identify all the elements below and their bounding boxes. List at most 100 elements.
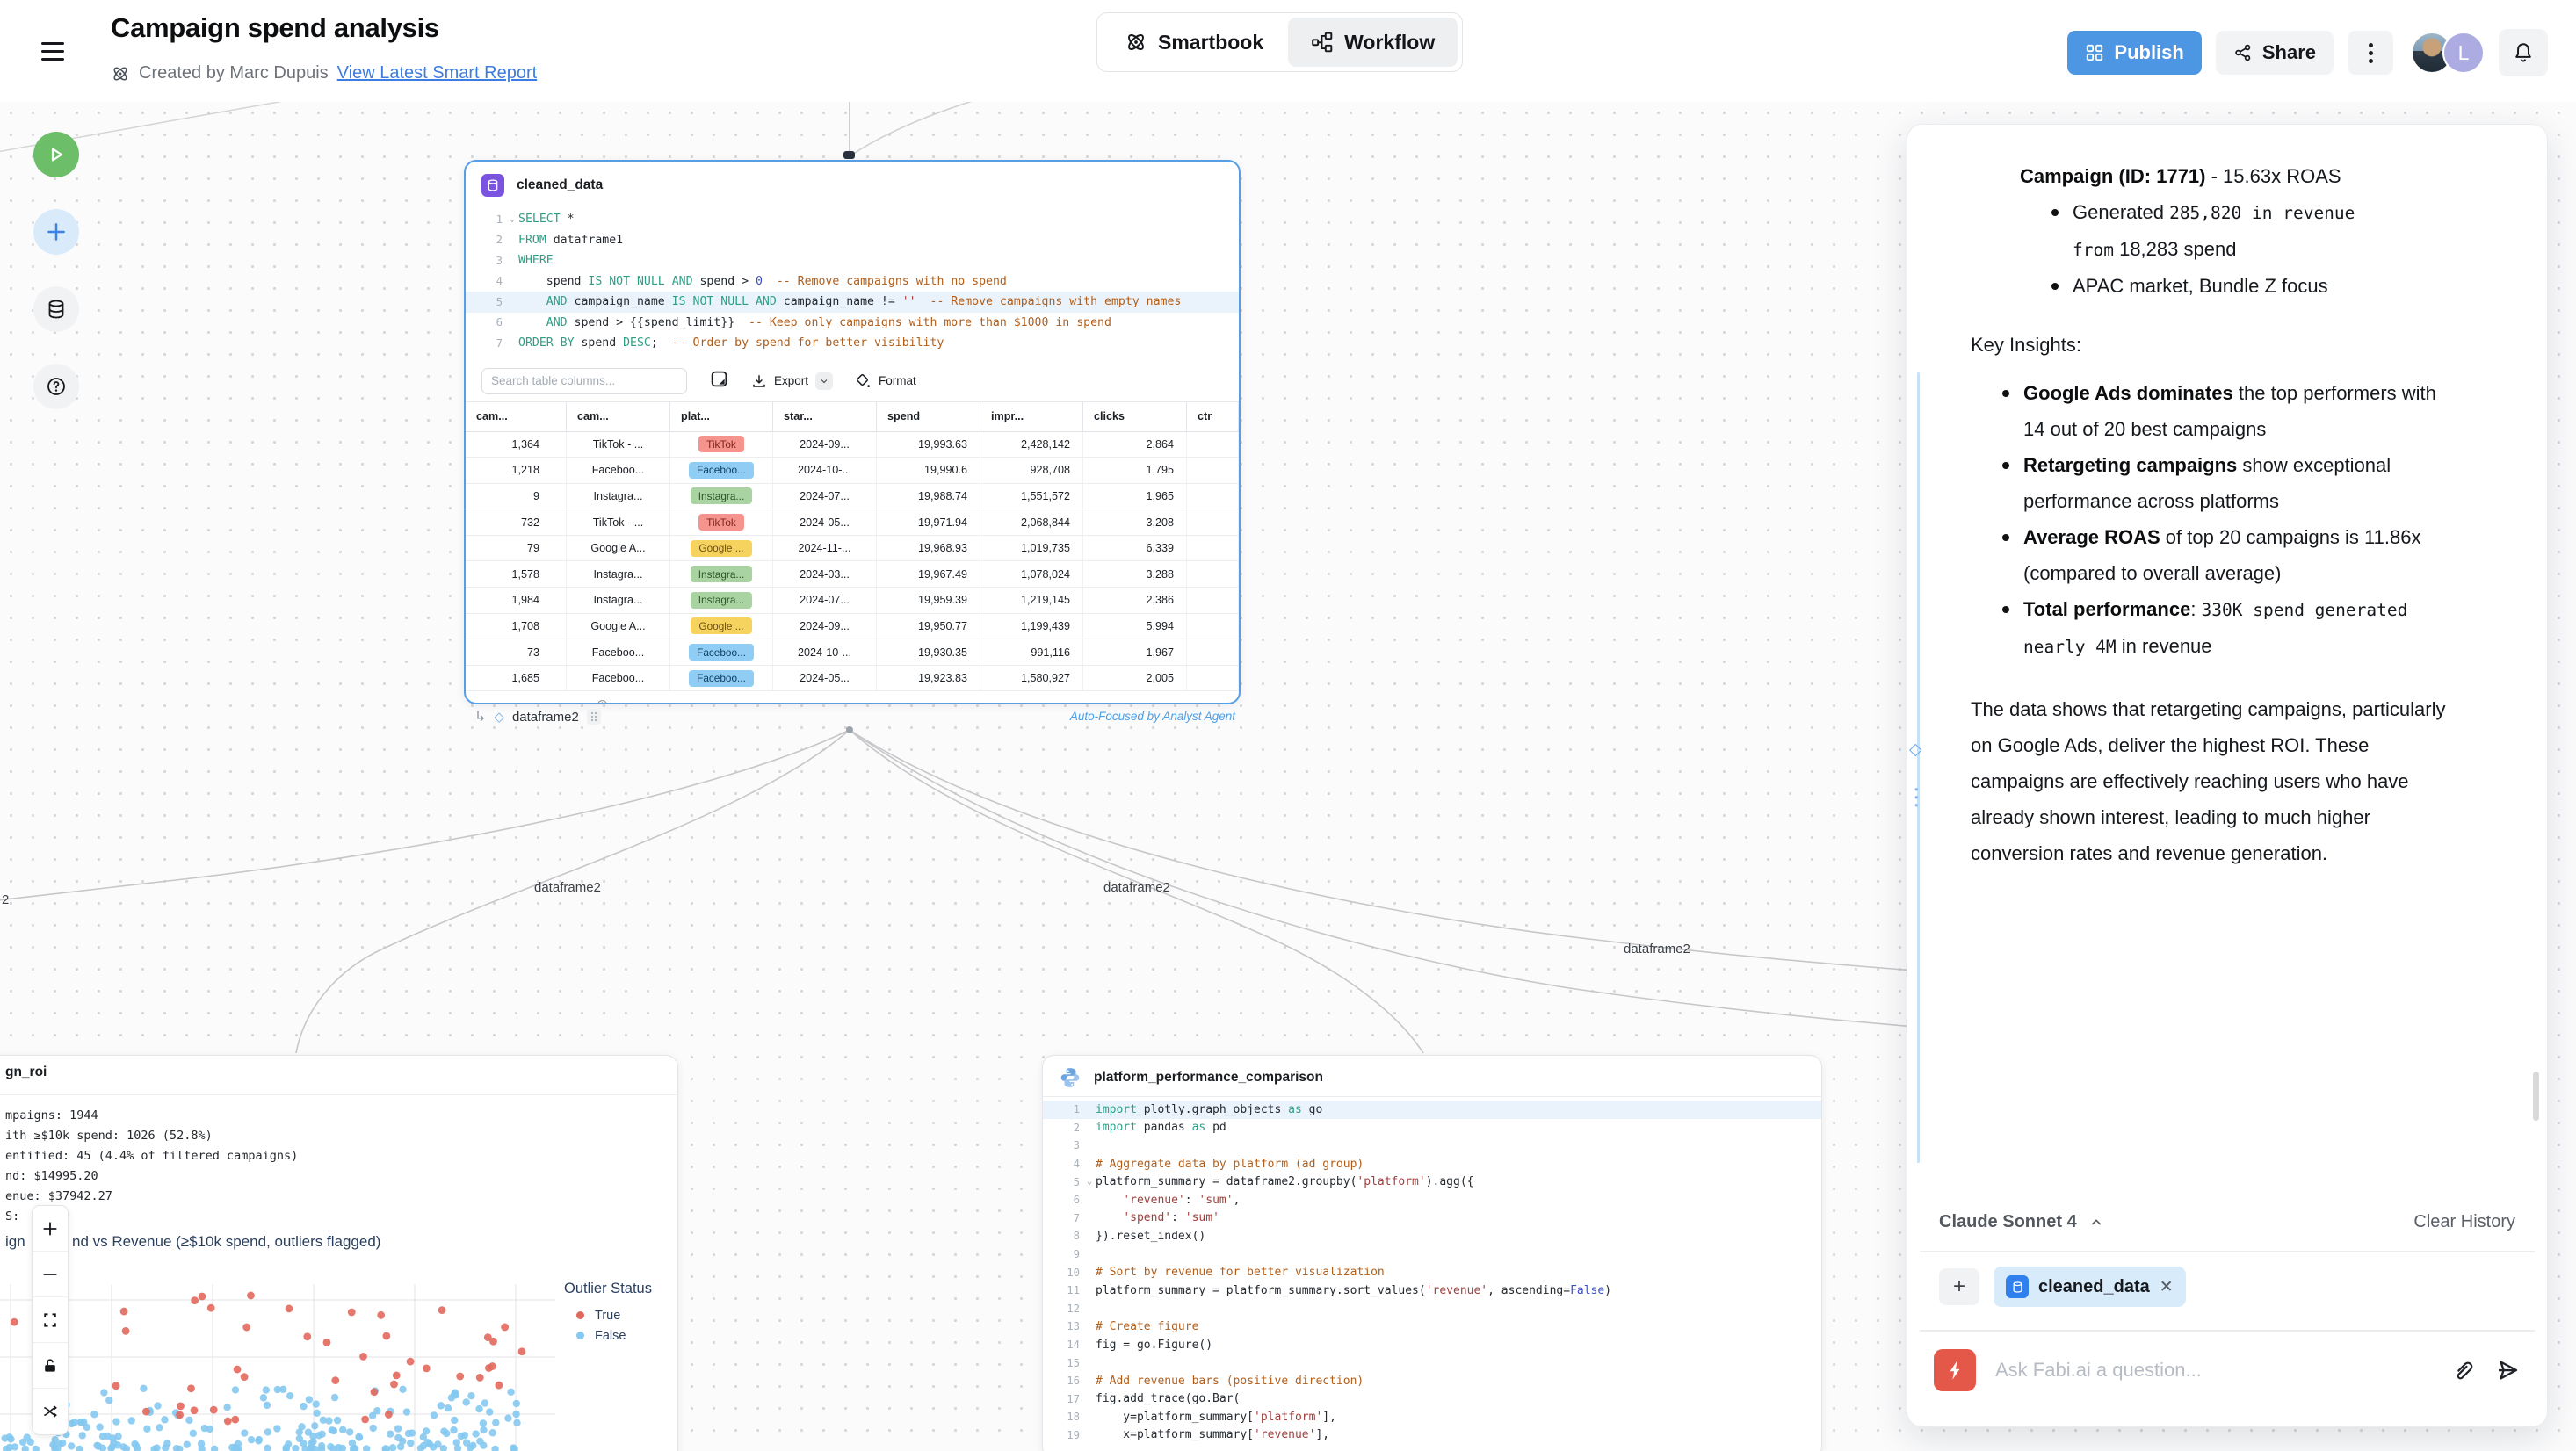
- code-line[interactable]: 17fig.add_trace(go.Bar(: [1043, 1390, 1821, 1409]
- code-line[interactable]: 2FROM dataframe1: [466, 230, 1239, 251]
- run-play-icon: [46, 144, 67, 165]
- add-cell-button[interactable]: [33, 209, 79, 255]
- code-line[interactable]: 1⌄SELECT *: [466, 209, 1239, 230]
- zoom-out-icon[interactable]: [33, 1252, 68, 1297]
- sql-code-editor[interactable]: 1⌄SELECT *2FROM dataframe13WHERE4 spend …: [466, 206, 1239, 361]
- code-line[interactable]: 13# Create figure: [1043, 1317, 1821, 1336]
- dataframe-diamond-icon[interactable]: ◇: [1909, 740, 1922, 760]
- code-line[interactable]: 3WHERE: [466, 250, 1239, 271]
- lock-open-icon[interactable]: [33, 1343, 68, 1389]
- code-line[interactable]: 1import plotly.graph_objects as go: [1043, 1101, 1821, 1119]
- code-line[interactable]: 16# Add revenue bars (positive direction…: [1043, 1372, 1821, 1390]
- share-button[interactable]: Share: [2216, 31, 2334, 75]
- column-header[interactable]: cam...: [466, 402, 567, 431]
- ask-question-input[interactable]: [1995, 1359, 2431, 1382]
- expand-table-icon[interactable]: [710, 370, 728, 393]
- column-header[interactable]: plat...: [670, 402, 773, 431]
- legend-item-false[interactable]: False: [564, 1325, 652, 1346]
- table-row[interactable]: 1,578Instagra...Instagra...2024-03...19,…: [466, 561, 1239, 588]
- next-page-icon[interactable]: ›: [1218, 700, 1223, 704]
- code-line[interactable]: 15: [1043, 1354, 1821, 1372]
- code-line[interactable]: 7 'spend': 'sum': [1043, 1209, 1821, 1228]
- drag-handle-icon[interactable]: [587, 709, 601, 725]
- notifications-button[interactable]: [2499, 29, 2548, 76]
- code-line[interactable]: 8}).reset_index(): [1043, 1227, 1821, 1245]
- table-cell: Google A...: [567, 536, 670, 561]
- code-line[interactable]: 18 y=platform_summary['platform'],: [1043, 1408, 1821, 1426]
- code-line[interactable]: 4# Aggregate data by platform (ad group): [1043, 1155, 1821, 1173]
- column-header[interactable]: spend: [877, 402, 980, 431]
- model-selector[interactable]: Claude Sonnet 4: [1939, 1212, 2103, 1232]
- code-line[interactable]: 4 spend IS NOT NULL AND spend > 0 -- Rem…: [466, 271, 1239, 292]
- table-cell: Faceboo...: [567, 666, 670, 691]
- column-header[interactable]: clicks: [1083, 402, 1187, 431]
- tab-workflow[interactable]: Workflow: [1288, 18, 1458, 67]
- scatter-plot[interactable]: [0, 1272, 562, 1451]
- paperclip-icon[interactable]: [2450, 1358, 2475, 1382]
- context-chip-cleaned-data[interactable]: cleaned_data ✕: [1994, 1267, 2186, 1307]
- code-line[interactable]: 6 'revenue': 'sum',: [1043, 1191, 1821, 1209]
- export-chevron-icon[interactable]: [815, 372, 833, 390]
- column-header[interactable]: ctr: [1187, 402, 1239, 431]
- column-header[interactable]: star...: [773, 402, 877, 431]
- shuffle-layout-icon[interactable]: [33, 1389, 68, 1434]
- search-table-columns-input[interactable]: [481, 368, 687, 394]
- run-workflow-button[interactable]: [33, 132, 79, 177]
- data-sources-button[interactable]: [33, 286, 79, 332]
- records-total: In total 1,944 records: [481, 699, 608, 704]
- table-row[interactable]: 1,364TikTok - ...TikTok2024-09...19,993.…: [466, 432, 1239, 458]
- add-context-button[interactable]: +: [1939, 1268, 1979, 1305]
- code-line[interactable]: 3: [1043, 1137, 1821, 1155]
- tab-smartbook[interactable]: Smartbook: [1102, 18, 1286, 67]
- code-line[interactable]: 5 AND campaign_name IS NOT NULL AND camp…: [466, 292, 1239, 313]
- table-row[interactable]: 1,685Faceboo...Faceboo...2024-05...19,92…: [466, 666, 1239, 692]
- code-line[interactable]: 6 AND spend > {{spend_limit}} -- Keep on…: [466, 313, 1239, 334]
- table-row[interactable]: 1,708Google A...Google ...2024-09...19,9…: [466, 614, 1239, 640]
- table-cell: Instagra...: [567, 561, 670, 587]
- code-line[interactable]: 7ORDER BY spend DESC; -- Order by spend …: [466, 333, 1239, 354]
- output-dataframe-tag[interactable]: ↳ ◇ dataframe2: [474, 708, 601, 726]
- fit-view-icon[interactable]: [33, 1297, 68, 1343]
- table-row[interactable]: 79Google A...Google ...2024-11-...19,968…: [466, 536, 1239, 562]
- node-connection-handle[interactable]: [843, 151, 855, 159]
- code-line[interactable]: 12: [1043, 1300, 1821, 1318]
- legend-item-true[interactable]: True: [564, 1305, 652, 1325]
- send-icon[interactable]: [2494, 1357, 2521, 1383]
- format-button[interactable]: Format: [856, 373, 916, 389]
- kebab-menu-icon[interactable]: [2348, 31, 2393, 75]
- help-button[interactable]: [33, 364, 79, 409]
- table-row[interactable]: 1,984Instagra...Instagra...2024-07...19,…: [466, 588, 1239, 614]
- code-line[interactable]: 9: [1043, 1245, 1821, 1264]
- view-smart-report-link[interactable]: View Latest Smart Report: [337, 63, 538, 83]
- ai-chat-panel: Campaign (ID: 1771) - 15.63x ROAS Genera…: [1907, 124, 2548, 1427]
- column-header[interactable]: impr...: [980, 402, 1083, 431]
- export-button[interactable]: Export: [751, 372, 833, 390]
- node-cleaned-data[interactable]: cleaned_data 1⌄SELECT *2FROM dataframe13…: [464, 160, 1241, 704]
- avatar[interactable]: L: [2442, 32, 2485, 74]
- close-icon[interactable]: ✕: [2160, 1277, 2174, 1297]
- chat-scrollbar[interactable]: [2533, 1072, 2539, 1121]
- table-row[interactable]: 1,218Faceboo...Faceboo...2024-10-...19,9…: [466, 458, 1239, 484]
- table-cell: Instagra...: [670, 484, 773, 509]
- drag-handle-icon[interactable]: •••: [1914, 785, 1920, 809]
- chat-message-area[interactable]: Campaign (ID: 1771) - 15.63x ROAS Genera…: [1907, 125, 2547, 1218]
- info-icon[interactable]: [597, 699, 608, 704]
- code-line[interactable]: 5⌄platform_summary = dataframe2.groupby(…: [1043, 1173, 1821, 1191]
- python-code-editor[interactable]: 1import plotly.graph_objects as go2impor…: [1043, 1097, 1821, 1451]
- menu-icon[interactable]: [41, 37, 68, 61]
- code-line[interactable]: 11platform_summary = platform_summary.so…: [1043, 1281, 1821, 1300]
- publish-button[interactable]: Publish: [2067, 31, 2201, 75]
- table-row[interactable]: 73Faceboo...Faceboo...2024-10-...19,930.…: [466, 639, 1239, 666]
- node-platform-performance-comparison[interactable]: platform_performance_comparison 1import …: [1042, 1055, 1822, 1451]
- zoom-in-icon[interactable]: [33, 1206, 68, 1252]
- code-line[interactable]: 10# Sort by revenue for better visualiza…: [1043, 1263, 1821, 1281]
- table-row[interactable]: 732TikTok - ...TikTok2024-05...19,971.94…: [466, 509, 1239, 536]
- code-line[interactable]: 14fig = go.Figure(): [1043, 1336, 1821, 1354]
- clear-history-button[interactable]: Clear History: [2413, 1212, 2515, 1232]
- column-header[interactable]: cam...: [567, 402, 670, 431]
- prev-page-icon[interactable]: ‹: [1107, 700, 1112, 704]
- table-cell: Instagra...: [567, 588, 670, 613]
- code-line[interactable]: 19 x=platform_summary['revenue'],: [1043, 1426, 1821, 1445]
- table-row[interactable]: 9Instagra...Instagra...2024-07...19,988.…: [466, 484, 1239, 510]
- code-line[interactable]: 2import pandas as pd: [1043, 1119, 1821, 1137]
